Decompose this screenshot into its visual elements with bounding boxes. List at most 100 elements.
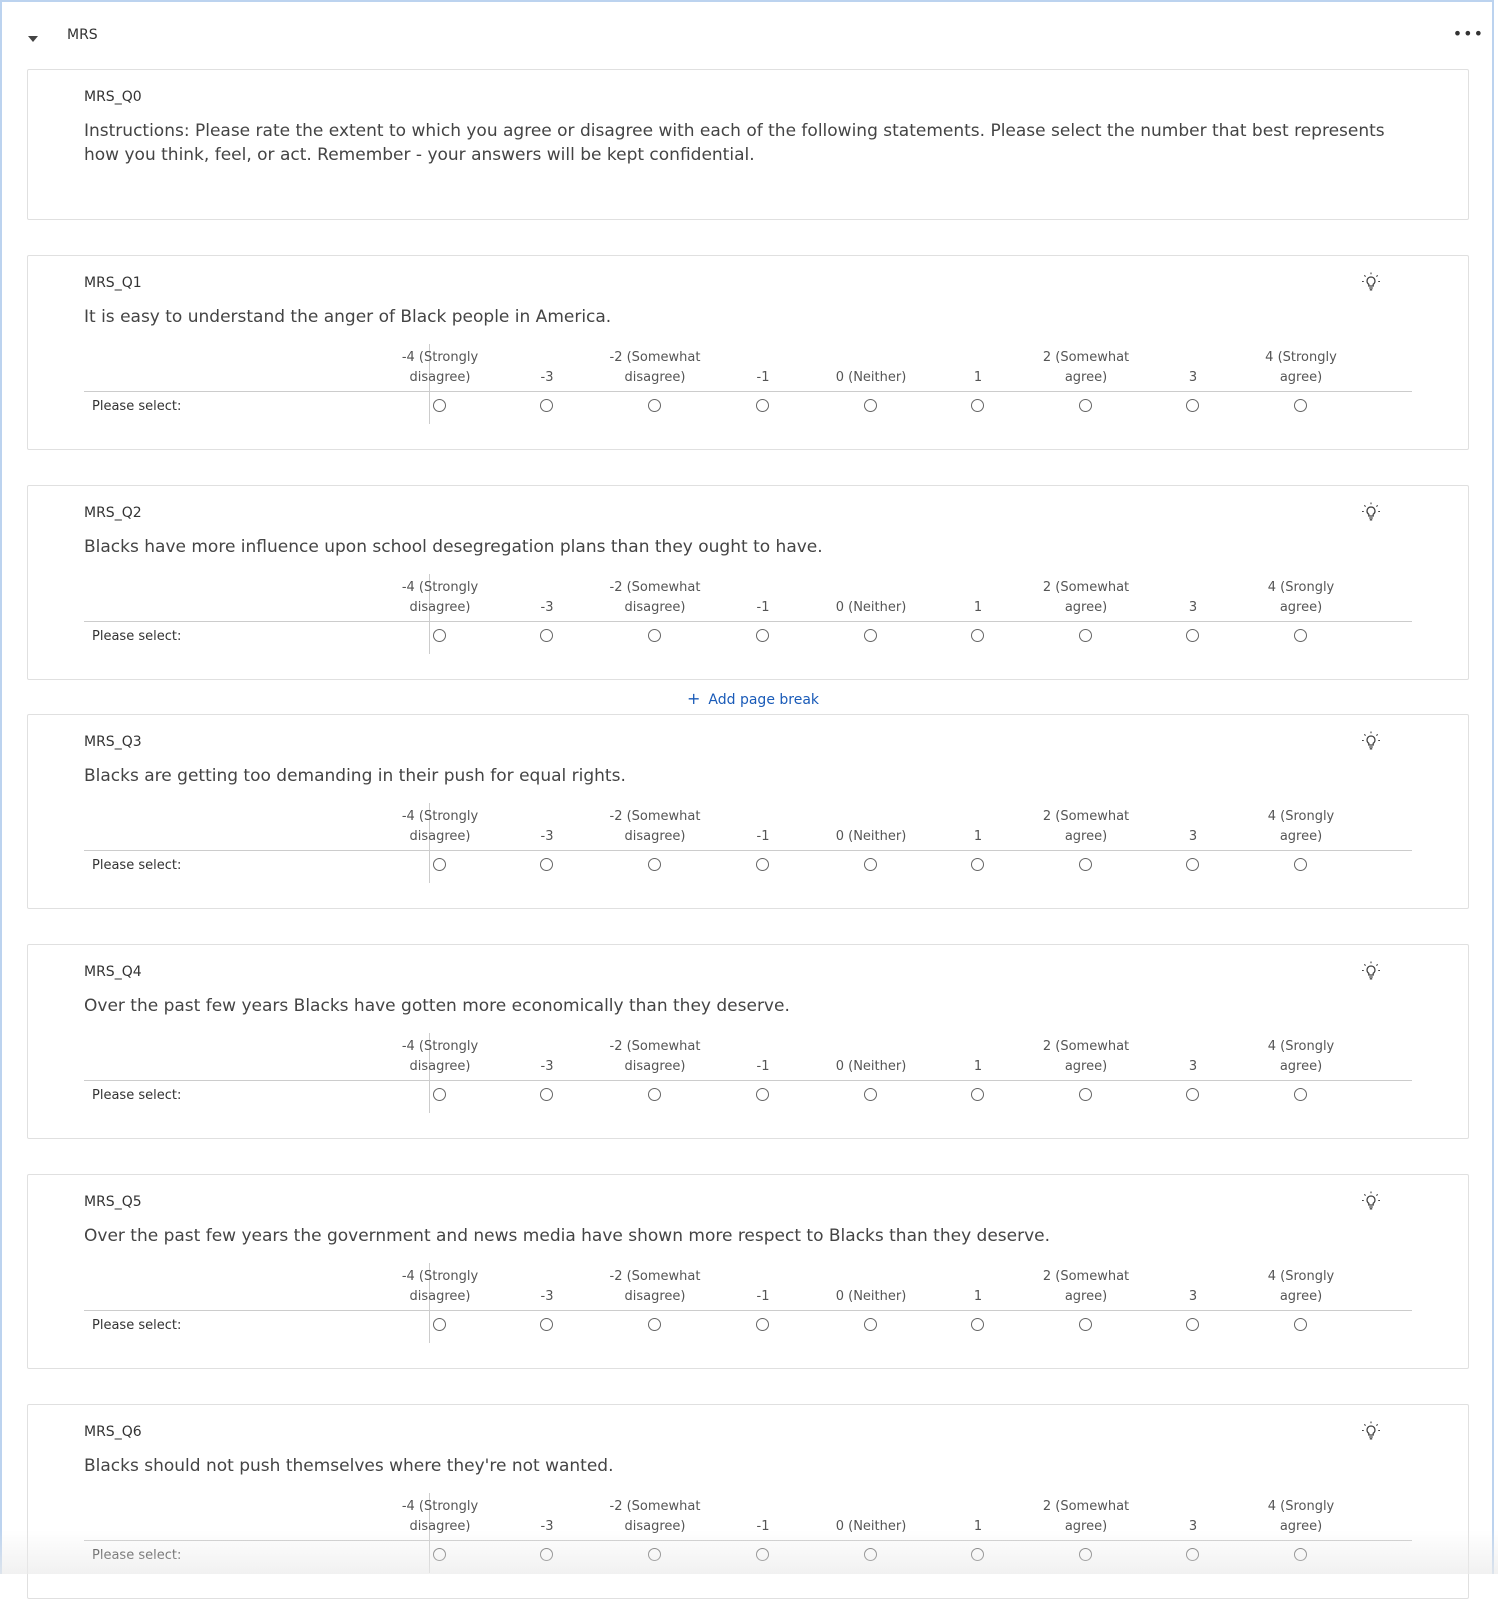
scale-header: -1 — [709, 1493, 817, 1537]
scale-radio[interactable] — [540, 1548, 553, 1561]
scale-header-label: 3 — [1188, 1289, 1198, 1304]
scale-radio[interactable] — [1186, 1548, 1199, 1561]
scale-header-label: -3 — [540, 1289, 554, 1304]
scale-header: 0 (Neither) — [817, 1493, 925, 1537]
scale-header-label: 0 (Neither) — [835, 1289, 907, 1304]
scale-radio[interactable] — [1294, 1548, 1307, 1561]
add-page-break-button[interactable]: + Add page break — [687, 689, 819, 708]
question-id: MRS_Q1 — [84, 275, 142, 291]
scale-radio[interactable] — [648, 399, 661, 412]
matrix-header-rule — [84, 1540, 1412, 1541]
lightbulb-icon[interactable] — [1359, 500, 1383, 524]
question-card-mrs_q4[interactable]: MRS_Q4 Over the past few years Blacks hav… — [27, 944, 1469, 1139]
scale-header-label: 0 (Neither) — [835, 1059, 907, 1074]
scale-header: -4 (Strongly disagree) — [386, 803, 494, 847]
scale-radio[interactable] — [1294, 1088, 1307, 1101]
scale-header: 3 — [1139, 344, 1247, 388]
scale-radio[interactable] — [1294, 1318, 1307, 1331]
scale-radio[interactable] — [971, 399, 984, 412]
scale-radio[interactable] — [433, 1318, 446, 1331]
scale-radio[interactable] — [1186, 1318, 1199, 1331]
scale-radio[interactable] — [648, 1318, 661, 1331]
scale-header-label: 4 (Srongly agree) — [1267, 1499, 1335, 1534]
question-card-mrs_q1[interactable]: MRS_Q1 It is easy to understand the anger… — [27, 255, 1469, 450]
scale-radio[interactable] — [540, 1318, 553, 1331]
scale-radio[interactable] — [1079, 629, 1092, 642]
scale-radio[interactable] — [433, 1548, 446, 1561]
scale-radio[interactable] — [433, 858, 446, 871]
scale-radio[interactable] — [971, 1088, 984, 1101]
scale-radio[interactable] — [864, 629, 877, 642]
scale-radio[interactable] — [864, 1548, 877, 1561]
scale-header: 2 (Somewhat agree) — [1032, 1033, 1140, 1077]
scale-radio[interactable] — [864, 399, 877, 412]
scale-radio[interactable] — [433, 1088, 446, 1101]
scale-radio[interactable] — [1079, 1088, 1092, 1101]
scale-radio[interactable] — [756, 1318, 769, 1331]
scale-header: 2 (Somewhat agree) — [1032, 803, 1140, 847]
lightbulb-icon[interactable] — [1359, 729, 1383, 753]
scale-radio[interactable] — [971, 858, 984, 871]
scale-header: 0 (Neither) — [817, 344, 925, 388]
scale-radio[interactable] — [1186, 858, 1199, 871]
scale-radio[interactable] — [756, 1088, 769, 1101]
scale-radio[interactable] — [1186, 1088, 1199, 1101]
scale-header: -1 — [709, 1033, 817, 1077]
scale-radio[interactable] — [1079, 1548, 1092, 1561]
question-card-mrs_q6[interactable]: MRS_Q6 Blacks should not push themselves … — [27, 1404, 1469, 1599]
scale-radio[interactable] — [756, 858, 769, 871]
scale-radio[interactable] — [971, 1318, 984, 1331]
scale-header-label: 4 (Srongly agree) — [1267, 1269, 1335, 1304]
question-card-mrs_q3[interactable]: MRS_Q3 Blacks are getting too demanding i… — [27, 714, 1469, 909]
scale-radio[interactable] — [433, 629, 446, 642]
scale-header: 1 — [924, 574, 1032, 618]
scale-radio[interactable] — [971, 629, 984, 642]
scale-radio[interactable] — [756, 399, 769, 412]
scale-radio[interactable] — [1079, 399, 1092, 412]
question-card-mrs_q2[interactable]: MRS_Q2 Blacks have more influence upon sc… — [27, 485, 1469, 680]
scale-radio[interactable] — [864, 1318, 877, 1331]
scale-header: 2 (Somewhat agree) — [1032, 344, 1140, 388]
scale-header: -1 — [709, 1263, 817, 1307]
scale-radio[interactable] — [756, 1548, 769, 1561]
scale-radio[interactable] — [540, 629, 553, 642]
scale-header: -3 — [493, 344, 601, 388]
ellipsis-icon[interactable]: ••• — [1453, 26, 1484, 42]
scale-radio[interactable] — [1079, 858, 1092, 871]
scale-radio[interactable] — [864, 858, 877, 871]
scale-header-label: 3 — [1188, 600, 1198, 615]
matrix-header-rule — [84, 850, 1412, 851]
scale-radio[interactable] — [433, 399, 446, 412]
scale-radio[interactable] — [1186, 399, 1199, 412]
scale-radio[interactable] — [648, 1088, 661, 1101]
scale-radio[interactable] — [1294, 399, 1307, 412]
scale-radio[interactable] — [540, 858, 553, 871]
scale-radio[interactable] — [1186, 629, 1199, 642]
scale-radio[interactable] — [540, 399, 553, 412]
question-id: MRS_Q2 — [84, 505, 142, 521]
scale-radio[interactable] — [648, 858, 661, 871]
scale-header-label: 4 (Srongly agree) — [1267, 809, 1335, 844]
scale-radio[interactable] — [648, 629, 661, 642]
lightbulb-icon[interactable] — [1359, 1419, 1383, 1443]
scale-radio[interactable] — [756, 629, 769, 642]
scale-radio[interactable] — [1079, 1318, 1092, 1331]
lightbulb-icon[interactable] — [1359, 270, 1383, 294]
survey-block: MRS ••• MRS_Q0 Instructions: Please rate… — [0, 0, 1494, 1599]
scale-radio[interactable] — [540, 1088, 553, 1101]
lightbulb-icon[interactable] — [1359, 959, 1383, 983]
scale-radio[interactable] — [648, 1548, 661, 1561]
scale-header: -3 — [493, 803, 601, 847]
scale-header: 3 — [1139, 803, 1247, 847]
caret-down-icon[interactable] — [28, 36, 38, 42]
scale-radio[interactable] — [971, 1548, 984, 1561]
question-card-q0[interactable]: MRS_Q0 Instructions: Please rate the ext… — [27, 69, 1469, 220]
lightbulb-icon[interactable] — [1359, 1189, 1383, 1213]
likert-matrix: Please select: -4 (Strongly disagree) -3 -2… — [84, 1493, 1412, 1573]
scale-radio[interactable] — [1294, 629, 1307, 642]
scale-radio[interactable] — [1294, 858, 1307, 871]
scale-radio[interactable] — [864, 1088, 877, 1101]
likert-matrix: Please select: -4 (Strongly disagree) -3 -2… — [84, 344, 1412, 424]
question-id: MRS_Q0 — [84, 89, 142, 105]
question-card-mrs_q5[interactable]: MRS_Q5 Over the past few years the govern… — [27, 1174, 1469, 1369]
